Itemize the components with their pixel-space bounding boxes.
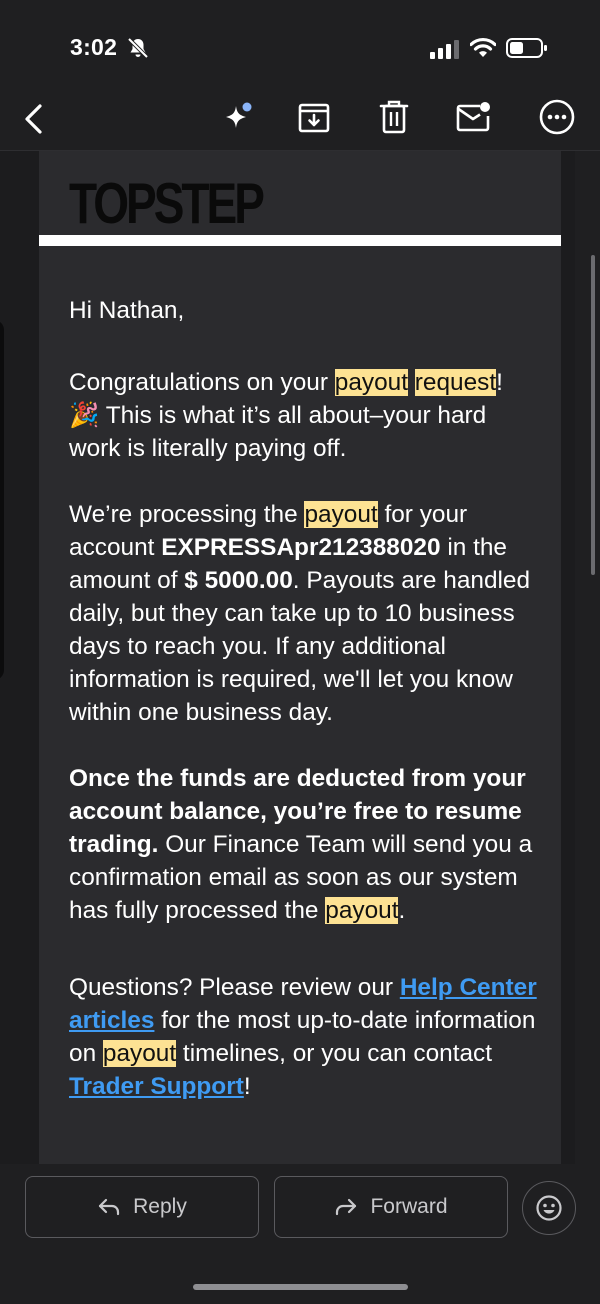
more-icon[interactable] <box>538 98 576 136</box>
back-icon[interactable] <box>20 102 48 136</box>
scrollbar-thumb[interactable] <box>591 255 595 575</box>
p4-text-mid2: timelines, or you can contact <box>176 1040 493 1067</box>
reply-button[interactable]: Reply <box>25 1176 259 1238</box>
right-gutter <box>561 151 575 1164</box>
p1-space <box>408 369 415 396</box>
left-gutter <box>0 151 39 1164</box>
cell-signal-icon <box>430 40 459 59</box>
logo-divider <box>39 235 561 246</box>
forward-icon <box>336 1198 357 1216</box>
greeting: Hi Nathan, <box>69 297 185 324</box>
p4-text-before: Questions? Please review our <box>69 974 400 1001</box>
home-indicator[interactable] <box>193 1284 408 1290</box>
archive-icon[interactable] <box>297 101 331 135</box>
paragraph-questions: Questions? Please review our Help Center… <box>69 971 539 1103</box>
highlight-request: request <box>414 369 497 396</box>
p4-text-after: ! <box>243 1073 251 1100</box>
email-body: TOPSTEP Hi Nathan, Congratulations on yo… <box>39 151 561 1164</box>
highlight-payout: payout <box>304 501 378 528</box>
battery-icon <box>506 38 547 58</box>
reply-label: Reply <box>133 1195 187 1218</box>
highlight-payout: payout <box>102 1040 177 1067</box>
emoji-reaction-button[interactable] <box>522 1181 576 1235</box>
status-bar: 3:02 <box>0 0 600 96</box>
status-time: 3:02 <box>70 34 118 60</box>
email-message: Hi Nathan, Congratulations on your payou… <box>69 294 539 1103</box>
paragraph-resume-trading: Once the funds are deducted from your ac… <box>69 762 539 927</box>
left-edge-shadow <box>0 320 4 680</box>
mark-unread-icon[interactable] <box>456 100 492 134</box>
paragraph-congratulations: Congratulations on your payout request! … <box>69 366 539 465</box>
email-toolbar <box>0 96 600 152</box>
p3-text-after: . <box>398 897 406 924</box>
trader-support-link[interactable]: Trader Support <box>69 1073 244 1100</box>
wifi-icon <box>470 37 496 57</box>
reply-icon <box>99 1198 120 1216</box>
bottom-action-bar: Reply Forward <box>0 1164 600 1304</box>
payout-amount: $ 5000.00 <box>184 567 293 594</box>
right-edge <box>575 151 600 1164</box>
forward-label: Forward <box>370 1195 448 1218</box>
forward-button[interactable]: Forward <box>274 1176 508 1238</box>
account-id: EXPRESSApr212388020 <box>161 534 441 561</box>
highlight-payout: payout <box>334 369 408 396</box>
smiley-icon <box>536 1195 562 1221</box>
p2-text-before: We’re processing the <box>69 501 305 528</box>
paragraph-processing: We’re processing the payout for your acc… <box>69 498 539 729</box>
sparkle-icon[interactable] <box>222 100 258 134</box>
highlight-payout: payout <box>325 897 399 924</box>
silent-bell-icon <box>127 37 149 59</box>
p1-text-before: Congratulations on your <box>69 369 335 396</box>
topstep-logo: TOPSTEP <box>69 170 265 236</box>
trash-icon[interactable] <box>379 99 409 135</box>
